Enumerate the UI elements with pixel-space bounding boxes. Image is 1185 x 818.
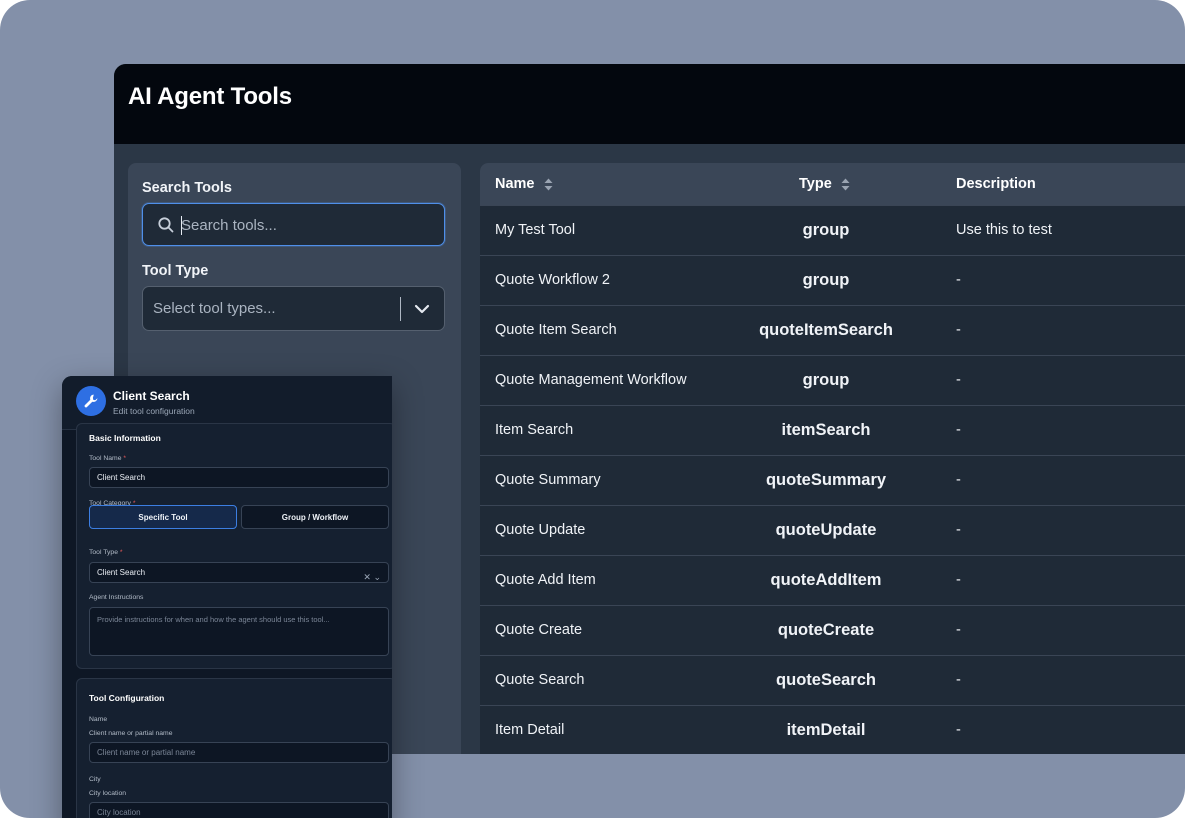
category-group-workflow-button[interactable]: Group / Workflow xyxy=(241,505,389,529)
cell-name: Quote Management Workflow xyxy=(495,372,687,388)
search-icon xyxy=(158,217,174,233)
cell-description: - xyxy=(956,422,961,438)
text-caret xyxy=(181,216,182,235)
select-divider xyxy=(400,297,401,321)
cell-type-label: group xyxy=(802,221,850,239)
page-title: AI Agent Tools xyxy=(128,83,292,110)
search-box[interactable] xyxy=(142,203,445,246)
cell-description: - xyxy=(956,272,961,288)
cell-name: Item Detail xyxy=(495,722,565,738)
chevron-down-icon[interactable]: ⌄ xyxy=(373,572,381,582)
close-icon[interactable]: ✕ xyxy=(363,572,371,582)
cell-description: - xyxy=(956,572,961,588)
cell-name: My Test Tool xyxy=(495,222,576,238)
basic-information-section: Basic Information Tool Name * Client Sea… xyxy=(76,423,392,669)
cell-type-label: quoteUpdate xyxy=(775,521,877,539)
edit-tool-card: Client Search Edit tool configuration Ba… xyxy=(62,376,392,818)
section-title: Basic Information xyxy=(89,433,161,443)
cell-description: - xyxy=(956,372,961,388)
required-mark: * xyxy=(123,455,127,462)
category-specific-tool-button[interactable]: Specific Tool xyxy=(89,505,237,529)
cell-type-label: group xyxy=(802,271,850,289)
table-row[interactable]: Quote Summary quoteSummary - xyxy=(480,455,1185,505)
agent-instructions-label: Agent Instructions xyxy=(89,594,144,601)
cell-type-label: quoteSummary xyxy=(765,471,887,489)
cell-description: - xyxy=(956,722,961,738)
cell-name: Quote Item Search xyxy=(495,322,617,338)
cell-description: Use this to test xyxy=(956,222,1052,238)
cell-type-label: quoteSearch xyxy=(776,671,876,689)
wrench-icon xyxy=(84,394,98,408)
sort-icon xyxy=(544,178,552,190)
backdrop: AI Agent Tools Search Tools Tool Type Se… xyxy=(0,0,1185,818)
table-row[interactable]: Quote Search quoteSearch - xyxy=(480,655,1185,705)
required-mark: * xyxy=(119,549,123,556)
section-title: Tool Configuration xyxy=(89,693,165,703)
table-row[interactable]: Quote Workflow 2 group - xyxy=(480,255,1185,305)
card-header: Client Search Edit tool configuration xyxy=(62,376,392,430)
table-row[interactable]: Quote Update quoteUpdate - xyxy=(480,505,1185,555)
tool-type-field-label-text: Tool Type xyxy=(89,549,118,556)
cell-type-label: itemSearch xyxy=(781,421,871,439)
tool-configuration-section: Tool Configuration Name Client name or p… xyxy=(76,678,392,818)
cell-name: Item Search xyxy=(495,422,574,438)
table-row[interactable]: Quote Add Item quoteAddItem - xyxy=(480,555,1185,605)
agent-instructions-textarea[interactable]: Provide instructions for when and how th… xyxy=(89,607,389,656)
column-header-name-label: Name xyxy=(495,176,535,192)
search-input[interactable] xyxy=(181,213,431,237)
config-city-hint: City location xyxy=(89,790,127,797)
tools-table: Name Type Description My Test Tool group… xyxy=(480,163,1185,754)
sort-icon xyxy=(841,178,850,190)
card-title: Client Search xyxy=(113,389,190,403)
client-name-input[interactable]: Client name or partial name xyxy=(89,742,389,763)
config-name-label: Name xyxy=(89,716,108,723)
tool-name-input[interactable]: Client Search xyxy=(89,467,389,488)
cell-type-label: itemDetail xyxy=(786,721,866,739)
cell-name: Quote Workflow 2 xyxy=(495,272,610,288)
cell-description: - xyxy=(956,472,961,488)
table-row[interactable]: My Test Tool group Use this to test xyxy=(480,205,1185,255)
tool-type-placeholder: Select tool types... xyxy=(153,300,276,317)
table-row[interactable]: Item Search itemSearch - xyxy=(480,405,1185,455)
column-header-description-label: Description xyxy=(956,176,1036,192)
table-row[interactable]: Quote Management Workflow group - xyxy=(480,355,1185,405)
cell-type-label: group xyxy=(802,371,850,389)
config-name-hint: Client name or partial name xyxy=(89,730,173,737)
tool-avatar xyxy=(76,386,106,416)
cell-description: - xyxy=(956,622,961,638)
cell-name: Quote Add Item xyxy=(495,572,596,588)
tool-type-label: Tool Type xyxy=(142,263,209,279)
cell-description: - xyxy=(956,672,961,688)
table-row[interactable]: Quote Item Search quoteItemSearch - xyxy=(480,305,1185,355)
tool-name-label-text: Tool Name xyxy=(89,455,122,462)
cell-type-label: quoteAddItem xyxy=(770,571,882,589)
select-controls: ✕ ⌄ xyxy=(363,568,381,587)
config-city-label: City xyxy=(89,776,101,783)
tool-type-field-label: Tool Type * xyxy=(89,549,123,556)
cell-name: Quote Summary xyxy=(495,472,601,488)
chevron-down-icon[interactable] xyxy=(413,300,431,318)
column-header-type[interactable]: Type xyxy=(799,176,850,192)
cell-description: - xyxy=(956,322,961,338)
tool-type-select[interactable]: Select tool types... xyxy=(142,286,445,331)
column-header-name[interactable]: Name xyxy=(495,176,553,192)
card-subtitle: Edit tool configuration xyxy=(113,406,195,416)
cell-name: Quote Update xyxy=(495,522,586,538)
tool-type-value: Client Search xyxy=(97,568,146,577)
table-row[interactable]: Item Detail itemDetail - xyxy=(480,705,1185,754)
app-header: AI Agent Tools xyxy=(114,64,1185,144)
cell-type-label: quoteItemSearch xyxy=(759,321,893,339)
tool-type-select[interactable]: Client Search ✕ ⌄ xyxy=(89,562,389,583)
cell-name: Quote Search xyxy=(495,672,585,688)
table-header: Name Type Description xyxy=(480,163,1185,206)
cell-type-label: quoteCreate xyxy=(777,621,875,639)
cell-description: - xyxy=(956,522,961,538)
column-header-type-label: Type xyxy=(799,176,832,192)
cell-name: Quote Create xyxy=(495,622,583,638)
search-label: Search Tools xyxy=(142,180,232,196)
tool-name-label: Tool Name * xyxy=(89,455,126,462)
column-header-description: Description xyxy=(956,176,1036,192)
table-row[interactable]: Quote Create quoteCreate - xyxy=(480,605,1185,655)
city-input[interactable]: City location xyxy=(89,802,389,818)
